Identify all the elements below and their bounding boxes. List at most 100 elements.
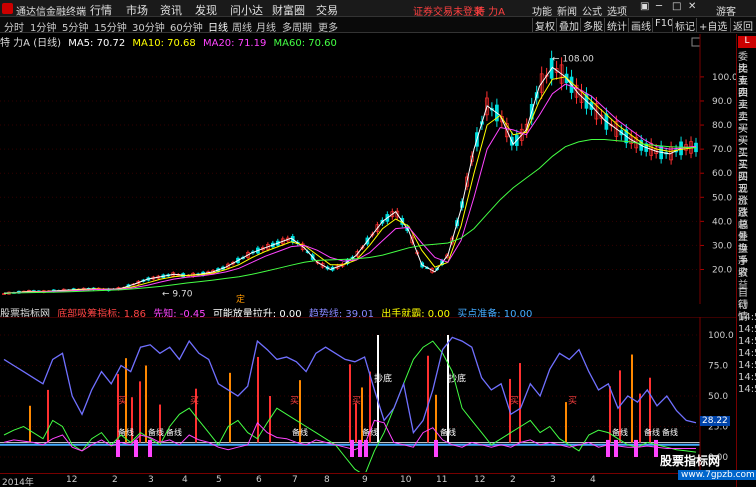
date-tick-label: 9 bbox=[362, 475, 368, 485]
price-tick-label: 20.0 bbox=[712, 266, 732, 276]
btn-diejia[interactable]: 叠加 bbox=[556, 18, 581, 33]
ding-marker: 定 bbox=[236, 293, 245, 304]
pink-bar bbox=[614, 439, 618, 457]
indicator-header: 股票指标网 底部吸筹指标: 1.86 先知: -0.45 可能放量拉升: 0.0… bbox=[0, 305, 736, 320]
period-1min[interactable]: 1分钟 bbox=[30, 19, 56, 34]
pink-bar bbox=[634, 439, 638, 457]
ready-label: 备线 bbox=[662, 427, 678, 437]
date-tick-label: 12 bbox=[66, 475, 78, 485]
ma-legend: 特 力A (日线) MA5: 70.72 MA10: 70.68 MA20: 7… bbox=[0, 34, 700, 49]
date-tick-label: 5 bbox=[216, 475, 222, 485]
date-tick-label: 4 bbox=[182, 475, 188, 485]
minimize-icon[interactable]: ─ bbox=[656, 1, 662, 12]
bottom-fishing-label: 抄底 bbox=[374, 372, 392, 384]
tool-gongshi[interactable]: 公式 bbox=[582, 3, 602, 18]
app-title: 通达信金融终端 bbox=[16, 7, 86, 18]
bottom-fishing-label: 抄底 bbox=[448, 372, 466, 384]
pink-bar bbox=[148, 439, 152, 457]
date-tick-label: 3 bbox=[550, 475, 556, 485]
ready-label: 备线 bbox=[440, 427, 456, 437]
ma60-value: MA60: 70.60 bbox=[273, 38, 337, 49]
stock-name-top: 特 力A bbox=[475, 7, 506, 18]
menu-zixun[interactable]: 资讯 bbox=[160, 2, 182, 18]
quote-field-label: 14:5 bbox=[738, 372, 756, 383]
period-fenshi[interactable]: 分时 bbox=[4, 19, 24, 34]
date-axis: 2014年 12 2 3 4 5 6 7 8 9 10 11 12 2 3 4 bbox=[0, 473, 700, 487]
stock-period-label: 特 力A (日线) bbox=[0, 38, 62, 49]
buy-label: 买 bbox=[352, 395, 361, 406]
buy-label: 买 bbox=[190, 395, 199, 406]
pink-bar bbox=[358, 439, 362, 457]
date-tick-label: 3 bbox=[148, 475, 154, 485]
quote-field-label: 14:5 bbox=[738, 384, 756, 395]
ready-label: 备线 bbox=[612, 427, 628, 437]
ready-label: 备线 bbox=[148, 427, 164, 437]
btn-tongji[interactable]: 统计 bbox=[604, 18, 629, 33]
period-5min[interactable]: 5分钟 bbox=[62, 19, 88, 34]
date-tick-label: 12 bbox=[474, 475, 486, 485]
watermark-title: 股票指标网 bbox=[660, 454, 721, 468]
pink-bar bbox=[654, 439, 658, 457]
date-tick-label: 8 bbox=[324, 475, 330, 485]
price-tick-label: 70.0 bbox=[712, 145, 732, 155]
quote-field-label: 14:5 bbox=[738, 336, 756, 347]
period-toolbar: 分时 1分钟 5分钟 15分钟 30分钟 60分钟 日线 周线 月线 多周期 更… bbox=[0, 17, 756, 34]
high-price-label: ← 108.00 bbox=[552, 55, 594, 65]
price-tick-label: 50.0 bbox=[712, 193, 732, 203]
price-tick-label: 80.0 bbox=[712, 121, 732, 131]
menu-jiaoyi[interactable]: 交易 bbox=[316, 2, 338, 18]
period-30min[interactable]: 30分钟 bbox=[132, 19, 165, 34]
price-tick-label: 40.0 bbox=[712, 217, 732, 227]
quote-field-label: 14:5 bbox=[738, 312, 756, 323]
ready-label: 备线 bbox=[292, 427, 308, 437]
main-price-chart[interactable]: 100.0 90.0 80.0 70.0 60.0 50.0 40.0 30.0 20.0 ← 1… bbox=[0, 34, 736, 304]
maximize-icon[interactable]: □ bbox=[672, 1, 681, 12]
menu-wenxiaoda[interactable]: 问小达 bbox=[230, 2, 263, 18]
guest-label[interactable]: 游客 bbox=[716, 3, 736, 18]
quote-field-label: 14:5 bbox=[738, 324, 756, 335]
btn-biaoji[interactable]: 标记 bbox=[672, 18, 697, 33]
close-icon[interactable]: ✕ bbox=[688, 1, 696, 12]
buy-label: 买 bbox=[568, 395, 577, 406]
quote-field-label: 14:5 bbox=[738, 348, 756, 359]
date-tick-label: 6 bbox=[256, 475, 262, 485]
quote-field-label: 14:5 bbox=[738, 360, 756, 371]
buy-label: 买 bbox=[290, 395, 299, 406]
btn-huaxian[interactable]: 画线 bbox=[628, 18, 653, 33]
indicator-chart[interactable]: 抄底 抄底买买买买买买备线 备线 备线 备线 备线 备线 备线 备线 备线 100.075.050… bbox=[0, 317, 736, 472]
pink-bar bbox=[434, 439, 438, 457]
btn-duogu[interactable]: 多股 bbox=[580, 18, 605, 33]
period-daily[interactable]: 日线 bbox=[208, 19, 228, 34]
buy-label: 买 bbox=[510, 395, 519, 406]
price-tick-label: 30.0 bbox=[712, 241, 732, 251]
app-logo-icon bbox=[2, 3, 13, 14]
menu-shichang[interactable]: 市场 bbox=[126, 2, 148, 18]
title-bar: 通达信金融终端 行情 市场 资讯 发现 问小达 财富圈 交易 证券交易未登录 特… bbox=[0, 0, 756, 18]
date-tick-label: 7 bbox=[292, 475, 298, 485]
date-tick-label: 4 bbox=[590, 475, 596, 485]
period-monthly[interactable]: 月线 bbox=[256, 19, 276, 34]
menu-hangqing[interactable]: 行情 bbox=[90, 2, 112, 18]
low-price-label: ← 9.70 bbox=[162, 289, 193, 299]
btn-fanhui[interactable]: 返回 bbox=[730, 18, 755, 33]
price-tick-label: 60.0 bbox=[712, 169, 732, 179]
period-60min[interactable]: 60分钟 bbox=[170, 19, 203, 34]
period-15min[interactable]: 15分钟 bbox=[94, 19, 127, 34]
pink-bar bbox=[134, 439, 138, 457]
login-warning[interactable]: 证券交易未登录 bbox=[413, 3, 483, 18]
tool-xuanxiang[interactable]: 选项 bbox=[607, 3, 627, 18]
period-weekly[interactable]: 周线 bbox=[232, 19, 252, 34]
date-tick-label: 2 bbox=[510, 475, 516, 485]
tool-xinwen[interactable]: 新闻 bbox=[557, 3, 577, 18]
btn-fuquan[interactable]: 复权 bbox=[532, 18, 557, 33]
window-icon[interactable]: ▣ bbox=[640, 1, 649, 12]
period-multi[interactable]: 多周期 bbox=[282, 19, 312, 34]
watermark-url: www.7gpzb.com bbox=[678, 470, 756, 480]
menu-caifuquan[interactable]: 财富圈 bbox=[272, 2, 305, 18]
btn-zixuan[interactable]: +自选 bbox=[696, 18, 729, 33]
period-more[interactable]: 更多 bbox=[318, 19, 338, 34]
menu-faxian[interactable]: 发现 bbox=[195, 2, 217, 18]
tool-gongneng[interactable]: 功能 bbox=[532, 3, 552, 18]
ind-tick-label: 50.0 bbox=[708, 392, 728, 402]
panel-level-badge[interactable]: L bbox=[738, 36, 756, 48]
